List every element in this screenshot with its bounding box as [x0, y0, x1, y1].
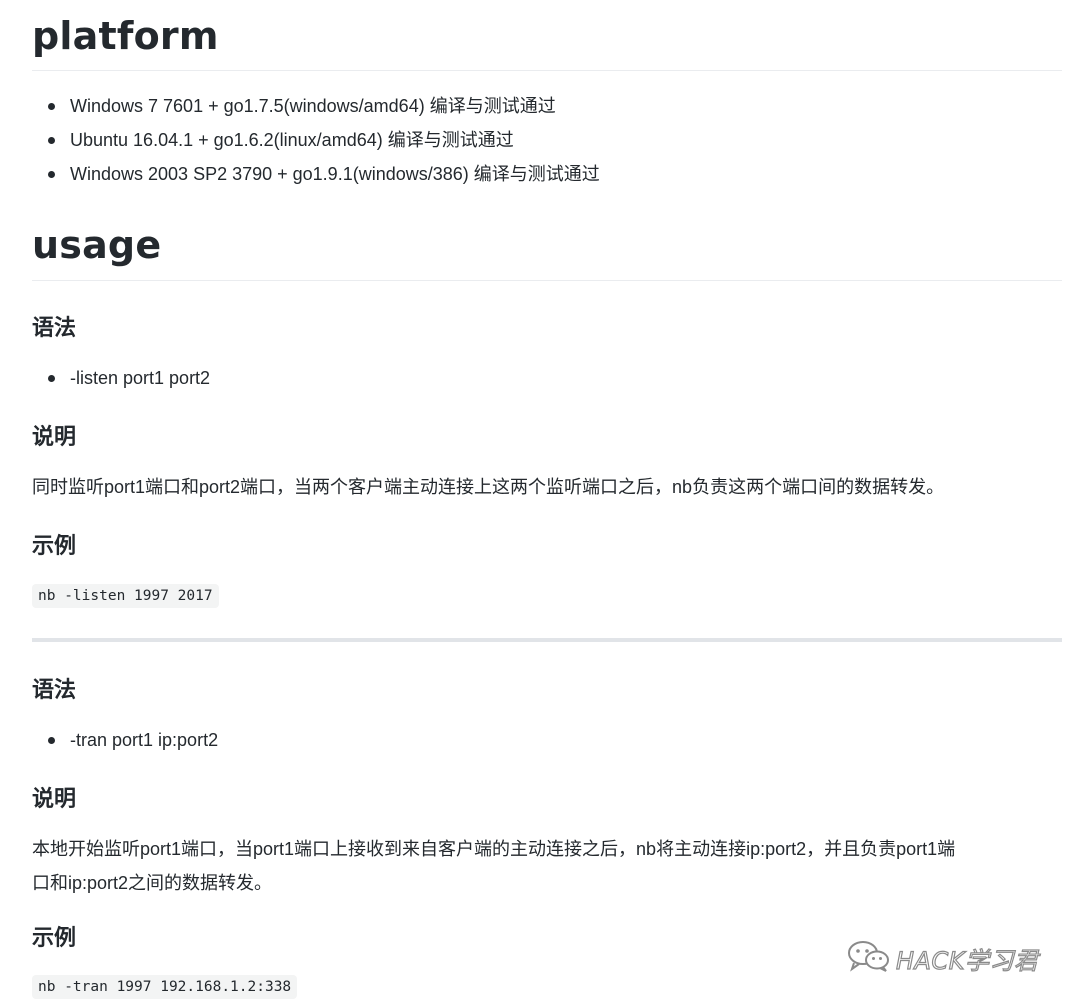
- platform-list-item: Windows 7 7601 + go1.7.5(windows/amd64) …: [32, 89, 600, 123]
- tran-syntax-item: -tran port1 ip:port2: [32, 723, 218, 757]
- listen-syntax-item: -listen port1 port2: [32, 361, 210, 395]
- tran-desc-line2: 口和ip:port2之间的数据转发。: [32, 873, 273, 893]
- tran-syntax-list: -tran port1 ip:port2: [32, 723, 218, 757]
- listen-desc-heading: 说明: [32, 425, 77, 450]
- tran-syntax-heading: 语法: [32, 678, 77, 703]
- platform-heading: platform: [32, 14, 219, 58]
- watermark-text: HACK学习君: [895, 946, 1039, 975]
- wechat-icon: [846, 939, 890, 978]
- listen-desc-text: 同时监听port1端口和port2端口，当两个客户端主动连接上这两个监听端口之后…: [32, 477, 945, 497]
- tran-desc-line1: 本地开始监听port1端口，当port1端口上接收到来自客户端的主动连接之后，n…: [32, 839, 956, 859]
- tran-desc-heading: 说明: [32, 787, 77, 812]
- usage-heading: usage: [32, 223, 162, 267]
- usage-heading-rule: [32, 280, 1062, 281]
- platform-heading-rule: [32, 70, 1062, 71]
- platform-list: Windows 7 7601 + go1.7.5(windows/amd64) …: [32, 89, 600, 191]
- tran-example-code: nb -tran 1997 192.168.1.2:338: [32, 975, 298, 999]
- listen-syntax-heading: 语法: [32, 316, 77, 341]
- listen-syntax-list: -listen port1 port2: [32, 361, 210, 395]
- tran-example-heading: 示例: [32, 926, 77, 951]
- platform-list-item: Windows 2003 SP2 3790 + go1.9.1(windows/…: [32, 157, 600, 191]
- listen-example-code: nb -listen 1997 2017: [32, 584, 219, 608]
- watermark: HACK学习君: [846, 939, 1039, 978]
- platform-list-item: Ubuntu 16.04.1 + go1.6.2(linux/amd64) 编译…: [32, 123, 600, 157]
- section-divider: [32, 638, 1062, 642]
- listen-example-heading: 示例: [32, 534, 77, 559]
